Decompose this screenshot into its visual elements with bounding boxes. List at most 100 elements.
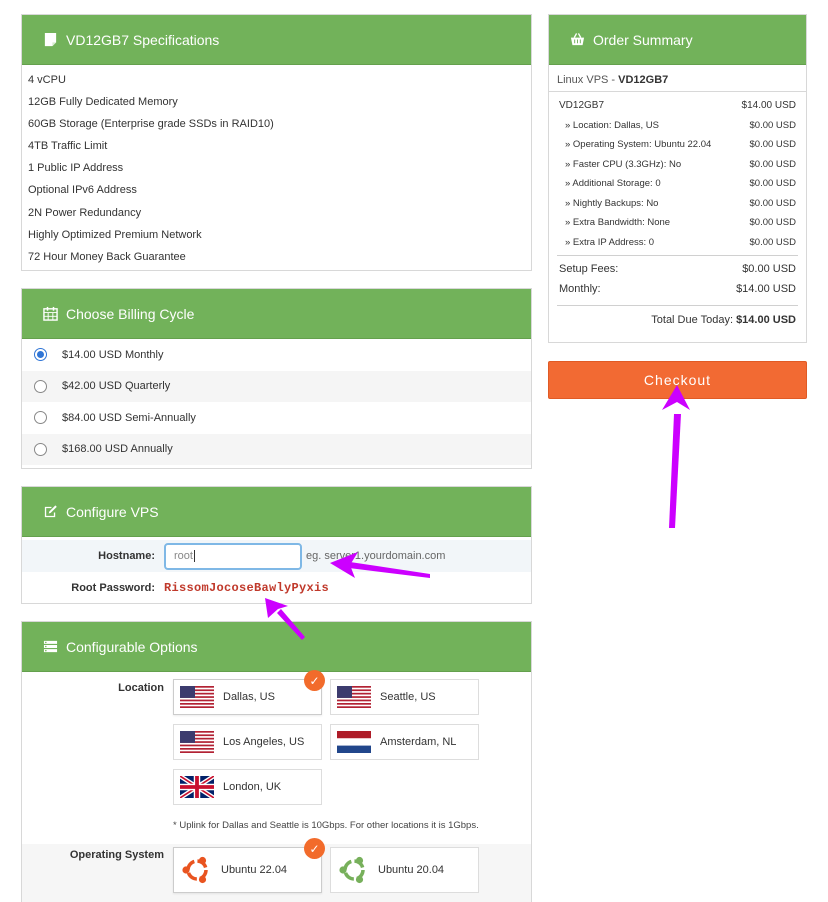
spec-item: Highly Optimized Premium Network	[28, 228, 202, 241]
location-london[interactable]: London, UK	[173, 769, 322, 805]
checkmark-icon: ✓	[304, 838, 325, 859]
annotation-arrow-checkout	[669, 414, 681, 528]
spec-item: 4TB Traffic Limit	[28, 140, 108, 153]
location-amsterdam[interactable]: Amsterdam, NL	[330, 724, 479, 760]
billing-option-quarterly[interactable]: $42.00 USD Quarterly	[22, 370, 531, 402]
monthly-value: $14.00 USD	[736, 283, 796, 295]
summary-line: » Extra IP Address: 0 $0.00 USD	[559, 233, 796, 253]
setup-fees-label: Setup Fees:	[559, 263, 619, 275]
order-summary-title: Order Summary	[593, 31, 693, 48]
product-line: Linux VPS - VD12GB7	[549, 65, 806, 92]
hostname-row: Hostname: root eg. server1.yourdomain.co…	[22, 540, 531, 572]
billing-option-label: $42.00 USD Quarterly	[62, 380, 171, 393]
billing-cycle-title: Choose Billing Cycle	[66, 305, 195, 322]
os-name: Ubuntu 20.04	[378, 864, 445, 876]
summary-line: » Faster CPU (3.3GHz): No $0.00 USD	[559, 155, 796, 175]
billing-option-semi-annually[interactable]: $84.00 USD Semi-Annually	[22, 402, 531, 434]
hostname-hint: eg. server1.yourdomain.com	[306, 550, 446, 562]
location-name: London, UK	[223, 781, 282, 793]
billing-cycle-panel: Choose Billing Cycle $14.00 USD Monthly …	[21, 288, 532, 469]
line-value: $0.00 USD	[749, 158, 796, 170]
summary-line: VD12GB7 $14.00 USD	[559, 96, 796, 116]
monthly-label: Monthly:	[559, 283, 601, 295]
configure-vps-title: Configure VPS	[66, 503, 159, 520]
line-label: » Faster CPU (3.3GHz): No	[565, 158, 682, 170]
line-label: » Additional Storage: 0	[565, 178, 661, 190]
uplink-note: * Uplink for Dallas and Seattle is 10Gbp…	[173, 820, 479, 831]
summary-line: » Extra Bandwidth: None $0.00 USD	[559, 213, 796, 233]
billing-option-label: $84.00 USD Semi-Annually	[62, 411, 196, 424]
total-due-value: $14.00 USD	[736, 314, 796, 326]
billing-option-annually[interactable]: $168.00 USD Annually	[22, 433, 531, 465]
ubuntu-logo-icon	[339, 856, 365, 884]
location-seattle[interactable]: Seattle, US	[330, 679, 479, 715]
checkmark-icon: ✓	[304, 670, 325, 691]
configurable-options-header: Configurable Options	[22, 622, 531, 672]
specifications-panel: VD12GB7 Specifications 4 vCPU 12GB Fully…	[21, 14, 532, 271]
basket-icon	[569, 32, 585, 48]
summary-line-items: VD12GB7 $14.00 USD » Location: Dallas, US…	[549, 92, 806, 252]
billing-option-label: $14.00 USD Monthly	[62, 348, 164, 361]
spec-item: 2N Power Redundancy	[28, 206, 142, 219]
billing-options: $14.00 USD Monthly $42.00 USD Quarterly …	[22, 339, 531, 465]
specifications-header: VD12GB7 Specifications	[22, 15, 531, 65]
radio-button[interactable]	[34, 442, 47, 456]
total-due-row: Total Due Today: $14.00 USD	[557, 305, 798, 326]
spec-item: 72 Hour Money Back Guarantee	[28, 250, 186, 263]
summary-line: » Nightly Backups: No $0.00 USD	[559, 194, 796, 214]
product-group: Linux VPS -	[557, 74, 619, 86]
setup-fees-row: Setup Fees: $0.00 USD	[549, 259, 806, 279]
line-value: $0.00 USD	[749, 197, 796, 209]
summary-line: » Additional Storage: 0 $0.00 USD	[559, 174, 796, 194]
location-name: Amsterdam, NL	[380, 736, 457, 748]
line-label: » Location: Dallas, US	[565, 119, 659, 131]
spec-item: 12GB Fully Dedicated Memory	[28, 96, 178, 109]
os-name: Ubuntu 22.04	[221, 864, 288, 876]
ubuntu-logo-icon	[182, 856, 208, 884]
specifications-title: VD12GB7 Specifications	[66, 31, 220, 48]
spec-item: 1 Public IP Address	[28, 162, 124, 175]
product-name: VD12GB7	[618, 74, 669, 86]
uk-flag-icon	[180, 776, 214, 798]
billing-option-label: $168.00 USD Annually	[62, 443, 173, 456]
summary-line: » Operating System: Ubuntu 22.04 $0.00 US…	[559, 135, 796, 155]
us-flag-icon	[180, 686, 214, 708]
spec-item: 4 vCPU	[28, 74, 66, 86]
us-flag-icon	[180, 731, 214, 753]
configure-vps-header: Configure VPS	[22, 487, 531, 537]
billing-option-monthly[interactable]: $14.00 USD Monthly	[22, 339, 531, 371]
line-value: $14.00 USD	[741, 100, 796, 112]
radio-button[interactable]	[34, 411, 47, 425]
line-value: $0.00 USD	[749, 217, 796, 229]
us-flag-icon	[337, 686, 371, 708]
line-value: $0.00 USD	[749, 178, 796, 190]
checkout-button[interactable]: Checkout	[548, 361, 807, 399]
os-ubuntu-22[interactable]: Ubuntu 22.04 ✓	[173, 838, 325, 893]
configure-vps-panel: Configure VPS Hostname: root eg. server1…	[21, 486, 532, 604]
line-value: $0.00 USD	[749, 236, 796, 248]
order-summary-header: Order Summary	[549, 15, 806, 65]
location-dallas[interactable]: Dallas, US ✓	[173, 670, 325, 715]
document-icon	[42, 32, 58, 48]
radio-button[interactable]	[34, 379, 47, 393]
spec-item: Optional IPv6 Address	[28, 184, 137, 197]
line-label: » Extra IP Address: 0	[565, 236, 655, 248]
server-icon	[42, 639, 58, 655]
radio-button-selected[interactable]	[34, 348, 47, 362]
root-password-value[interactable]: RissomJocoseBawlyPyxis	[164, 581, 329, 595]
edit-icon	[42, 504, 58, 520]
location-los-angeles[interactable]: Los Angeles, US	[173, 724, 322, 760]
location-label: Location	[118, 682, 164, 694]
total-due-label: Total Due Today:	[651, 314, 737, 326]
line-label: » Operating System: Ubuntu 22.04	[565, 139, 712, 151]
os-label: Operating System	[69, 849, 164, 861]
hostname-input[interactable]: root	[164, 542, 302, 570]
location-name: Dallas, US	[223, 691, 275, 703]
line-value: $0.00 USD	[749, 119, 796, 131]
summary-line: » Location: Dallas, US $0.00 USD	[559, 116, 796, 136]
setup-fees-value: $0.00 USD	[742, 263, 796, 275]
os-ubuntu-20[interactable]: Ubuntu 20.04	[330, 847, 479, 893]
hostname-value: root	[174, 550, 193, 562]
location-name: Los Angeles, US	[223, 736, 305, 748]
configurable-options-panel: Configurable Options Location Dallas, US…	[21, 621, 532, 902]
